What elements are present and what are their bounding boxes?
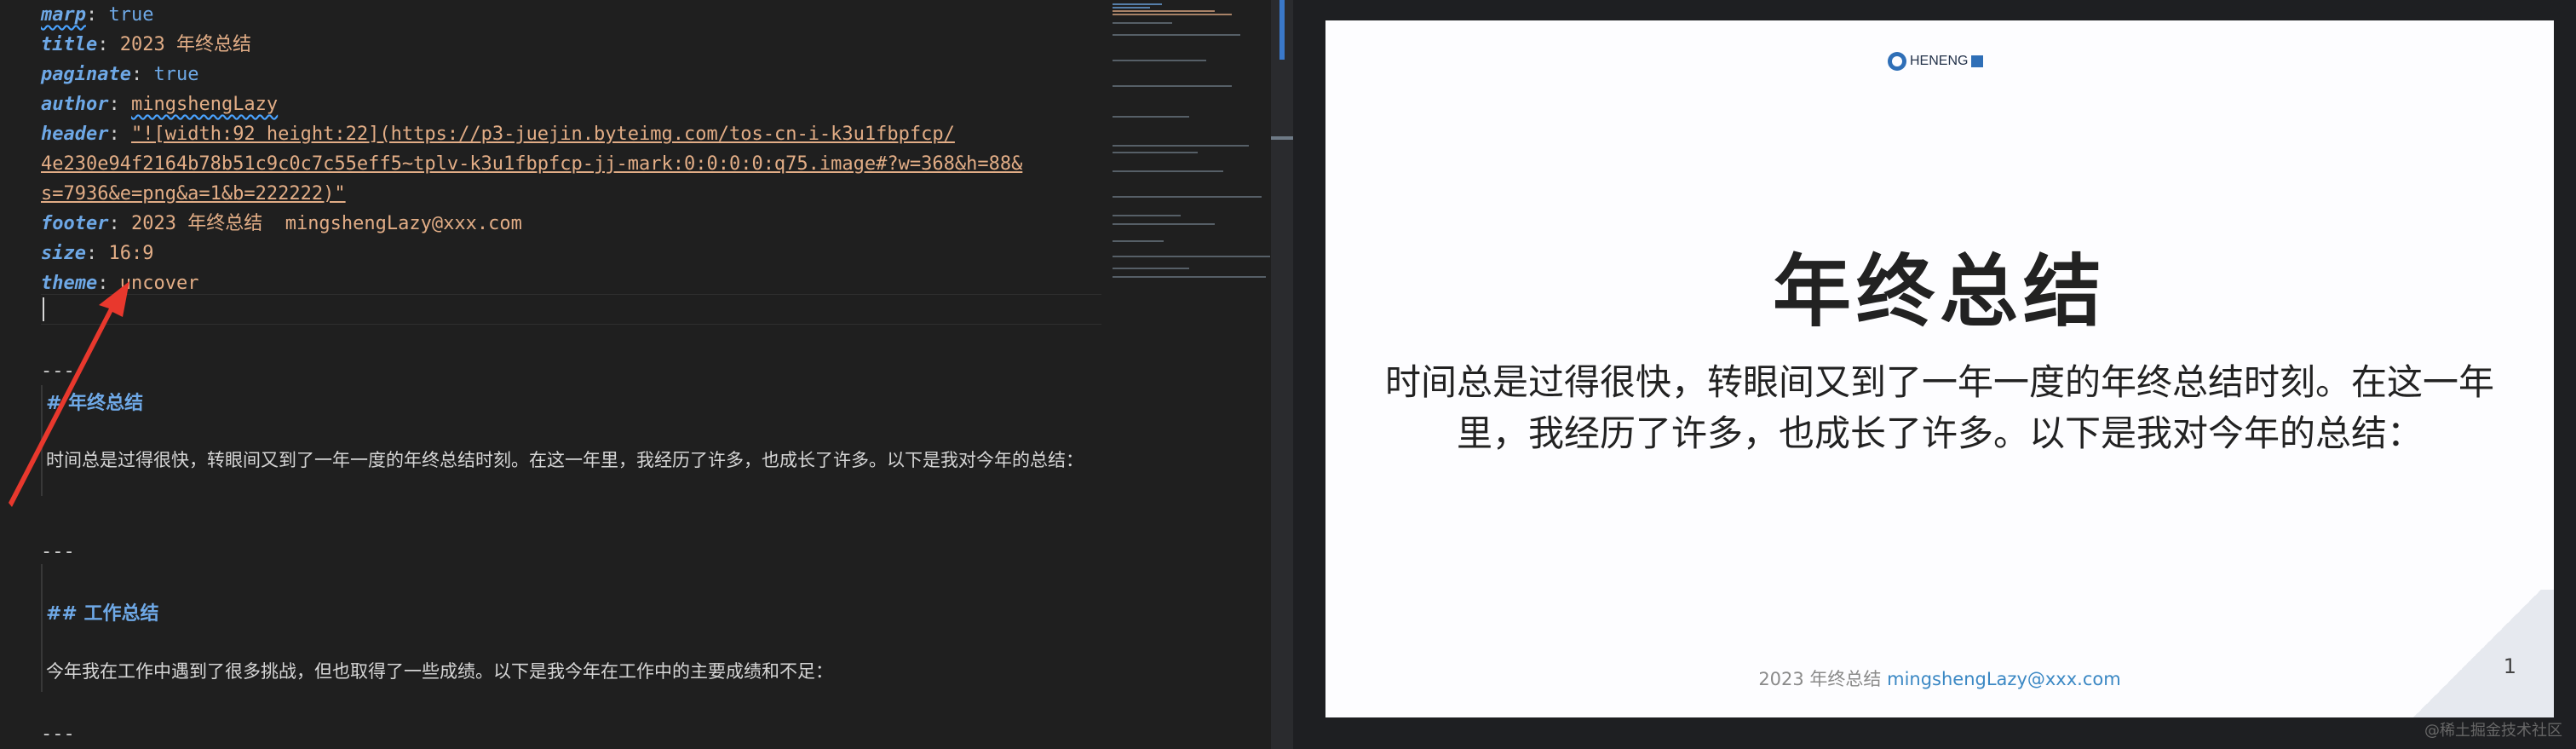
key-author: author xyxy=(41,94,109,115)
minimap-line xyxy=(1113,276,1266,278)
minimap-line xyxy=(1113,116,1189,118)
frontmatter-author[interactable]: author: mingshengLazy xyxy=(41,89,1101,119)
minimap-line xyxy=(1113,85,1232,87)
value-title: 2023 年终总结 xyxy=(119,34,251,55)
frontmatter-block[interactable]: marp: true title: 2023 年终总结 paginate: tr… xyxy=(41,0,1101,298)
logo-square-icon xyxy=(1971,55,1984,67)
minimap-line xyxy=(1113,145,1249,147)
key-header: header xyxy=(41,124,109,145)
header-logo: HENENG xyxy=(1888,51,1998,72)
frontmatter-paginate[interactable]: paginate: true xyxy=(41,60,1101,89)
footer-email[interactable]: mingshengLazy@xxx.com xyxy=(1887,669,2121,689)
section-paragraph[interactable]: 时间总是过得很快，转眼间又到了一年一度的年终总结时刻。在这一年里，我经历了许多，… xyxy=(46,445,1102,475)
watermark: @稀土掘金技术社区 xyxy=(2424,722,2562,740)
value-header-line3[interactable]: s=7936&e=png&a=1&b=222222)" xyxy=(41,183,346,205)
indent-guide xyxy=(41,385,43,496)
colon: : xyxy=(108,213,131,234)
minimap-line xyxy=(1113,34,1240,36)
colon: : xyxy=(85,4,109,26)
colon: : xyxy=(108,94,131,115)
minimap-line xyxy=(1113,10,1215,12)
frontmatter-size[interactable]: size: 16:9 xyxy=(41,239,1101,268)
logo-icon xyxy=(1888,52,1906,71)
frontmatter-header-cont2[interactable]: s=7936&e=png&a=1&b=222222)" xyxy=(41,179,1101,209)
frontmatter-header-cont1[interactable]: 4e230e94f2164b78b51c9c0c7c55eff5~tplv-k3… xyxy=(41,149,1101,179)
key-size: size xyxy=(41,243,86,264)
editor-scrollbar[interactable] xyxy=(1271,0,1293,749)
slide-separator[interactable]: --- xyxy=(41,542,75,562)
value-footer: 2023 年终总结 mingshengLazy@xxx.com xyxy=(130,213,522,234)
app-window: marp: true title: 2023 年终总结 paginate: tr… xyxy=(0,0,2576,749)
logo-text: HENENG xyxy=(1910,54,1969,68)
key-footer: footer xyxy=(41,213,109,234)
minimap-line xyxy=(1113,152,1198,153)
minimap-line xyxy=(1113,3,1162,5)
section-heading[interactable]: # 年终总结 xyxy=(46,388,1102,415)
key-paginate: paginate xyxy=(41,64,131,85)
value-paginate: true xyxy=(153,64,199,85)
value-header-line2[interactable]: 4e230e94f2164b78b51c9c0c7c55eff5~tplv-k3… xyxy=(41,153,1022,175)
key-marp: marp xyxy=(41,4,86,26)
slide-separator[interactable]: --- xyxy=(41,361,75,382)
value-marp: true xyxy=(108,4,154,26)
colon: : xyxy=(85,243,109,264)
minimap-line xyxy=(1113,223,1215,225)
corner-decoration xyxy=(2401,590,2554,717)
frontmatter-header[interactable]: header: "![width:92 height:22](https://p… xyxy=(41,119,1101,149)
slide-body: 时间总是过得很快，转眼间又到了一年一度的年终总结时刻。在这一年里，我经历了许多，… xyxy=(1385,361,2495,454)
section-heading[interactable]: ## 工作总结 xyxy=(46,598,1102,625)
text-caret xyxy=(43,297,44,321)
frontmatter-marp[interactable]: marp: true xyxy=(41,0,1101,30)
minimap-line xyxy=(1113,22,1172,24)
minimap-line xyxy=(1113,170,1223,172)
minimap[interactable] xyxy=(1107,0,1274,749)
key-theme: theme xyxy=(41,273,98,294)
colon: : xyxy=(97,34,120,55)
indent-guide xyxy=(41,564,43,692)
colon: : xyxy=(97,273,120,294)
current-line-highlight xyxy=(41,294,1101,325)
minimap-line xyxy=(1113,7,1150,9)
page-number: 1 xyxy=(2503,654,2516,678)
frontmatter-title[interactable]: title: 2023 年终总结 xyxy=(41,30,1101,60)
minimap-line xyxy=(1113,256,1270,257)
frontmatter-theme[interactable]: theme: uncover xyxy=(41,268,1101,298)
minimap-line xyxy=(1113,215,1181,216)
minimap-line xyxy=(1113,60,1206,61)
minimap-line xyxy=(1113,268,1189,269)
value-author: mingshengLazy xyxy=(130,94,279,115)
slide-title: 年终总结 xyxy=(1772,246,2107,337)
slide-preview[interactable]: HENENG 年终总结 时间总是过得很快，转眼间又到了一年一度的年终总结时刻。在… xyxy=(1325,20,2554,717)
section-paragraph[interactable]: 今年我在工作中遇到了很多挑战，但也取得了一些成绩。以下是我今年在工作中的主要成绩… xyxy=(46,656,1102,687)
markdown-editor[interactable]: marp: true title: 2023 年终总结 paginate: tr… xyxy=(0,0,1107,749)
slide-footer: 2023 年终总结 mingshengLazy@xxx.com xyxy=(1325,665,2554,691)
colon: : xyxy=(130,64,154,85)
minimap-line xyxy=(1113,196,1262,198)
minimap-line xyxy=(1113,240,1164,242)
colon: : xyxy=(108,124,131,145)
value-size: 16:9 xyxy=(108,243,154,264)
scroll-marker xyxy=(1279,0,1285,60)
footer-text: 2023 年终总结 xyxy=(1758,669,1888,689)
value-theme: uncover xyxy=(119,273,199,294)
scroll-thumb[interactable] xyxy=(1271,136,1293,140)
slide-separator[interactable]: --- xyxy=(41,724,75,745)
key-title: title xyxy=(41,34,98,55)
frontmatter-footer[interactable]: footer: 2023 年终总结 mingshengLazy@xxx.com xyxy=(41,209,1101,239)
value-header-line1[interactable]: "![width:92 height:22](https://p3-juejin… xyxy=(131,124,955,145)
minimap-line xyxy=(1113,14,1232,15)
